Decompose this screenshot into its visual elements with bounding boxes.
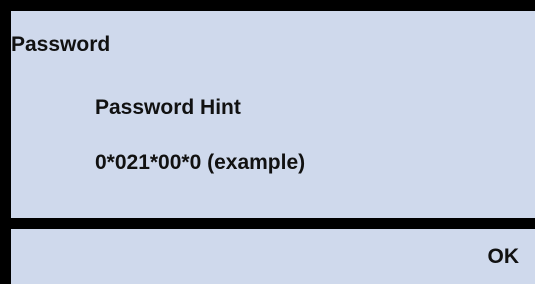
ok-button[interactable]: OK: [488, 245, 520, 269]
password-hint-value: 0*021*00*0 (example): [95, 151, 306, 174]
dialog-title: Password: [11, 33, 111, 56]
password-hint-screen: Password Password Hint 0*021*00*0 (examp…: [0, 0, 535, 284]
password-hint-label: Password Hint: [95, 96, 241, 119]
dialog-footer: OK: [11, 229, 535, 284]
password-dialog-panel: Password Password Hint 0*021*00*0 (examp…: [11, 11, 535, 218]
